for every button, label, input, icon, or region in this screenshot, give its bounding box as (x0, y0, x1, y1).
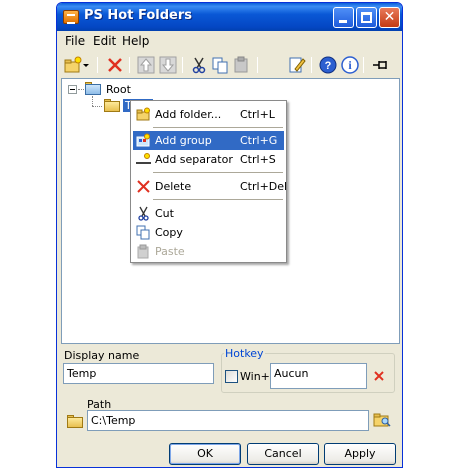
menu-item-delete[interactable]: Delete Ctrl+Del (133, 177, 288, 196)
add-separator-icon (136, 153, 151, 164)
menu-item-copy[interactable]: Copy (133, 223, 284, 242)
toolbar-separator (97, 57, 98, 73)
maximize-button[interactable] (356, 7, 377, 28)
maximize-icon (361, 12, 372, 23)
toolbar-separator (311, 57, 312, 73)
browse-folder-icon (373, 413, 391, 427)
menu-edit[interactable]: Edit (93, 34, 116, 48)
tree-line (92, 96, 93, 106)
ok-button[interactable]: OK (169, 443, 241, 465)
tree-line (78, 89, 84, 90)
window-title: PS Hot Folders (84, 8, 192, 23)
menu-item-shortcut: Ctrl+S (240, 153, 276, 166)
close-button[interactable]: ✕ (379, 7, 400, 28)
clear-icon (374, 371, 384, 381)
menu-item-label: Copy (155, 226, 183, 239)
hotkey-label: Hotkey (224, 347, 265, 360)
svg-text:?: ? (325, 60, 332, 72)
help-button[interactable]: ? (318, 55, 338, 75)
tree-item-root[interactable]: Root (106, 83, 131, 96)
edit-icon (289, 57, 306, 73)
minimize-button[interactable] (333, 7, 354, 28)
menu-bar: File Edit Help (57, 31, 402, 51)
app-icon (63, 10, 79, 24)
root-folder-icon (85, 82, 101, 95)
display-name-input[interactable]: Temp (63, 363, 214, 384)
close-icon: ✕ (383, 9, 396, 25)
copy-icon (136, 225, 150, 240)
delete-icon (108, 58, 122, 72)
toolbar-separator (182, 57, 183, 73)
menu-item-label: Add separator (155, 153, 233, 166)
title-bar[interactable]: PS Hot Folders ✕ (57, 3, 402, 31)
menu-item-cut[interactable]: Cut (133, 204, 284, 223)
copy-icon (212, 57, 228, 74)
move-up-icon (137, 56, 155, 74)
cut-icon (192, 57, 206, 74)
toolbar-separator (129, 57, 130, 73)
menu-item-label: Delete (155, 180, 192, 193)
toolbar-separator (257, 57, 258, 73)
move-down-icon (159, 56, 177, 74)
minimize-icon (339, 20, 347, 23)
pin-icon (373, 61, 387, 69)
paste-button[interactable] (231, 55, 251, 75)
info-button[interactable]: i (340, 55, 360, 75)
dropdown-arrow-icon (83, 64, 89, 67)
new-folder-icon (64, 56, 82, 73)
move-up-button[interactable] (136, 55, 156, 75)
copy-button[interactable] (210, 55, 230, 75)
path-input[interactable]: C:\Temp (87, 410, 369, 431)
menu-item-add-group[interactable]: Add group Ctrl+G (133, 131, 284, 150)
delete-icon (137, 180, 150, 193)
menu-item-paste[interactable]: Paste (133, 242, 284, 261)
move-down-button[interactable] (158, 55, 178, 75)
menu-separator (153, 172, 283, 173)
menu-item-shortcut: Ctrl+G (240, 134, 278, 147)
menu-item-label: Cut (155, 207, 174, 220)
tree-line (92, 106, 102, 107)
menu-file[interactable]: File (65, 34, 85, 48)
win-label: Win+ (240, 370, 270, 383)
add-group-icon (136, 133, 150, 147)
help-icon: ? (319, 56, 337, 74)
menu-item-add-separator[interactable]: Add separator Ctrl+S (133, 150, 284, 169)
toolbar: ? i (57, 52, 402, 78)
delete-button[interactable] (105, 55, 125, 75)
toolbar-separator (363, 57, 364, 73)
display-name-label: Display name (64, 349, 140, 362)
temp-folder-icon (104, 99, 120, 112)
cut-button[interactable] (189, 55, 209, 75)
new-dropdown-button[interactable] (81, 55, 91, 75)
info-icon: i (341, 56, 359, 74)
new-folder-button[interactable] (63, 55, 83, 75)
menu-item-shortcut: Ctrl+Del (240, 180, 288, 193)
menu-item-label: Paste (155, 245, 185, 258)
edit-button[interactable] (287, 55, 307, 75)
menu-item-shortcut: Ctrl+L (240, 108, 275, 121)
menu-item-add-folder[interactable]: Add folder... Ctrl+L (133, 105, 284, 124)
browse-button[interactable] (373, 411, 391, 429)
menu-separator (153, 127, 283, 128)
win-checkbox[interactable] (225, 370, 238, 383)
menu-item-label: Add group (155, 134, 212, 147)
paste-icon (137, 244, 149, 259)
menu-help[interactable]: Help (122, 34, 149, 48)
path-folder-icon (67, 415, 83, 428)
add-folder-icon (136, 107, 150, 121)
clear-hotkey-button[interactable] (373, 370, 385, 382)
hotkey-input[interactable]: Aucun (270, 363, 367, 389)
context-menu: Add folder... Ctrl+L Add group Ctrl+G Ad… (130, 100, 287, 263)
apply-button[interactable]: Apply (324, 443, 396, 465)
cancel-button[interactable]: Cancel (247, 443, 319, 465)
pin-button[interactable] (371, 55, 391, 75)
tree-collapse-icon[interactable] (68, 85, 77, 94)
menu-item-label: Add folder... (155, 108, 222, 121)
paste-icon (234, 56, 248, 73)
cut-icon (138, 206, 149, 221)
menu-separator (153, 199, 283, 200)
